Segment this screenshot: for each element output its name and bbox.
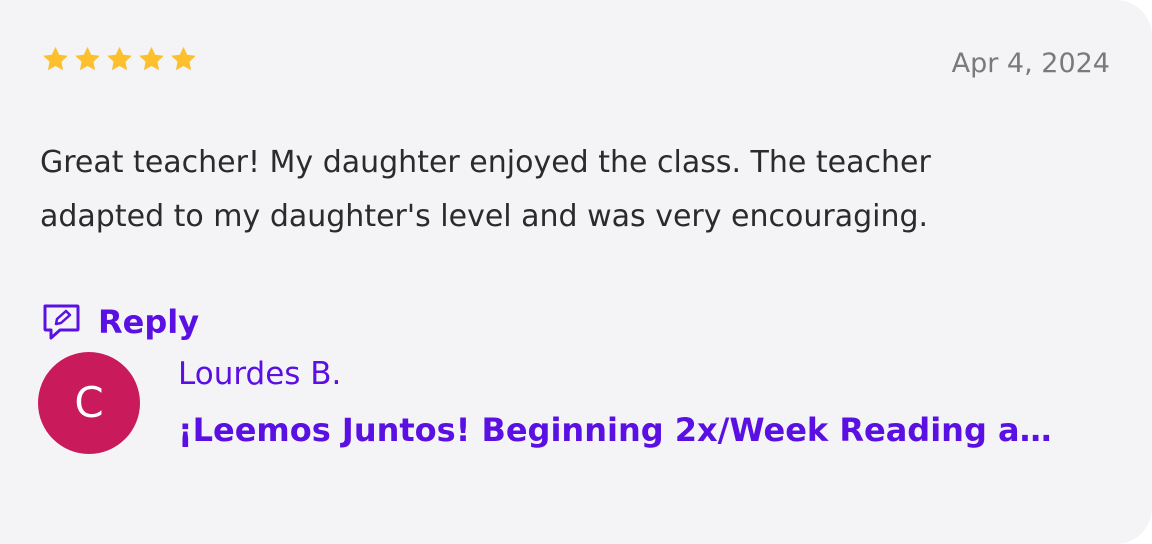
- review-date: Apr 4, 2024: [951, 48, 1110, 79]
- star-rating: [40, 44, 199, 75]
- star-icon: [139, 46, 164, 71]
- reply-label: Reply: [98, 303, 200, 341]
- avatar-letter: C: [74, 378, 104, 427]
- chat-bubble-pencil-icon: [43, 304, 80, 340]
- star-icon: [107, 46, 132, 71]
- avatar[interactable]: C: [38, 352, 140, 454]
- review-card: Apr 4, 2024 Great teacher! My daughter e…: [0, 0, 1152, 544]
- star-icon: [43, 46, 68, 71]
- class-title-link[interactable]: ¡Leemos Juntos! Beginning 2x/Week Readin…: [178, 411, 1058, 449]
- teacher-name-link[interactable]: Lourdes B.: [178, 356, 341, 392]
- star-icon: [75, 46, 100, 71]
- reply-button[interactable]: Reply: [40, 301, 199, 343]
- review-text: Great teacher! My daughter enjoyed the c…: [40, 145, 931, 234]
- star-icon: [171, 46, 196, 71]
